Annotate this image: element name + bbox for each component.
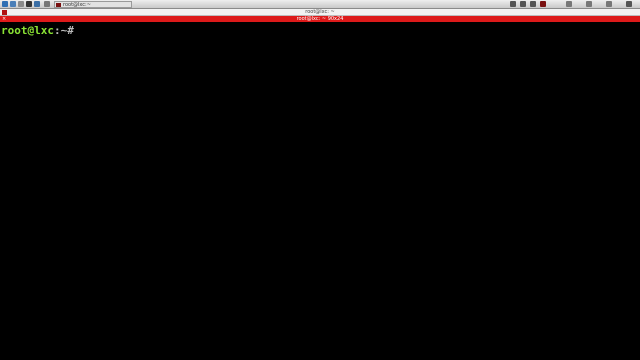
tray-window-icon[interactable] [606, 1, 612, 7]
window-titlebar[interactable]: root@lxc: ~ [0, 9, 640, 16]
tray-app-icon[interactable] [530, 1, 536, 7]
tray-volume-icon[interactable] [586, 1, 592, 7]
tray-app-icon[interactable] [540, 1, 546, 7]
terminal-task-icon [56, 3, 61, 7]
prompt-separator: : [53, 24, 61, 37]
taskbar-task-label: root@lxc:~ [63, 2, 91, 8]
window-list-icon[interactable] [44, 1, 50, 7]
tray-network-icon[interactable] [566, 1, 572, 7]
menu-icon[interactable] [2, 1, 8, 7]
taskbar-task-terminal[interactable]: root@lxc:~ [54, 1, 132, 8]
desktop-icon[interactable] [10, 1, 16, 7]
prompt-line: root@lxc:~# [1, 24, 80, 37]
tray-app-icon[interactable] [520, 1, 526, 7]
browser-icon[interactable] [34, 1, 40, 7]
taskbar: root@lxc:~ [0, 0, 640, 9]
tray-power-icon[interactable] [626, 1, 632, 7]
tray-app-icon[interactable] [510, 1, 516, 7]
file-manager-icon[interactable] [18, 1, 24, 7]
prompt-path: ~# [60, 24, 74, 37]
window-title: root@lxc: ~ [305, 9, 335, 15]
prompt-user: root@lxc [1, 24, 54, 37]
text-cursor [73, 24, 80, 35]
terminal-area[interactable]: root@lxc:~# [0, 22, 640, 360]
terminal-launcher-icon[interactable] [26, 1, 32, 7]
